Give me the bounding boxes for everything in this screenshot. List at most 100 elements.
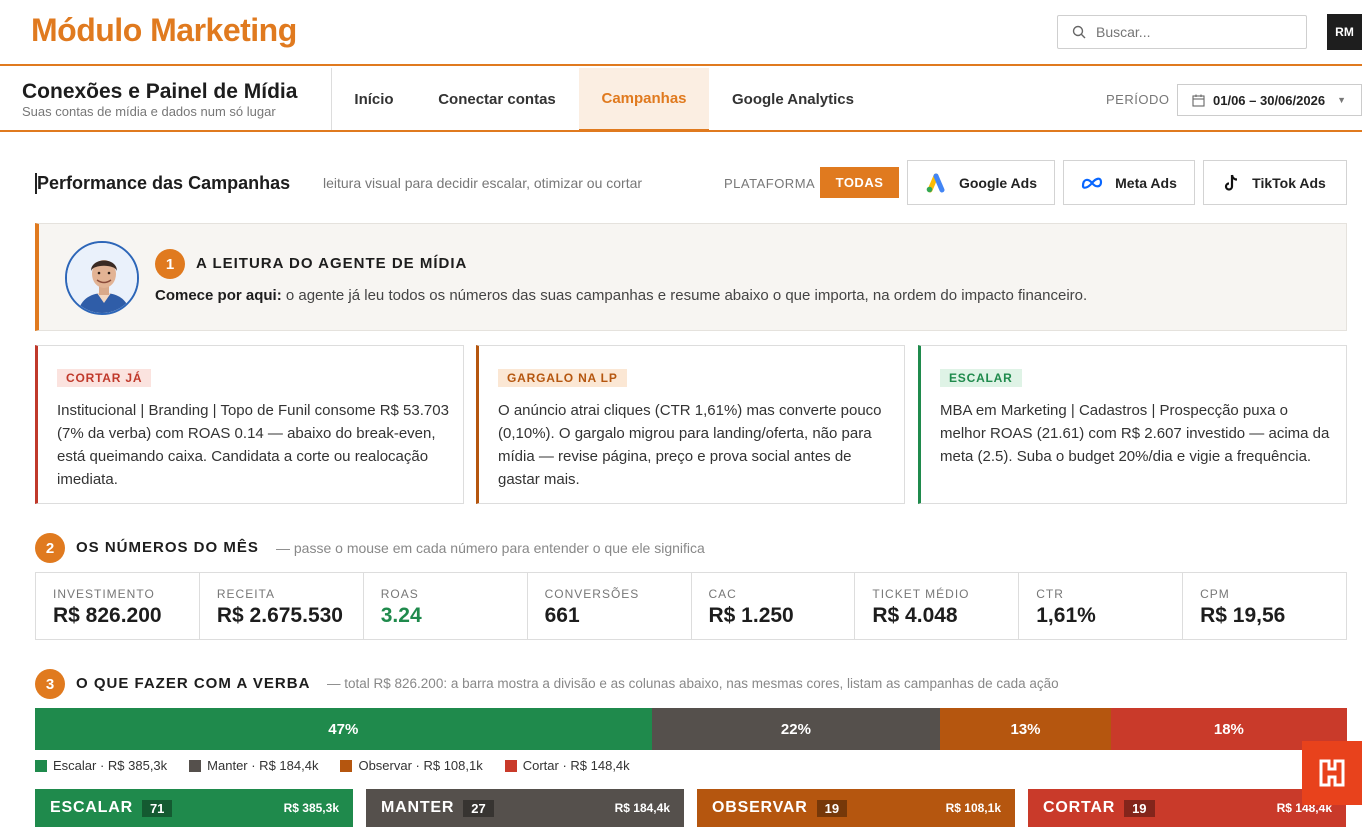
step-3-badge: 3 <box>35 669 65 699</box>
allocation-legend: Escalar · R$ 385,3k Manter · R$ 184,4k O… <box>35 758 630 773</box>
column-name: MANTER <box>381 799 455 816</box>
platform-google-ads-button[interactable]: Google Ads <box>907 160 1055 205</box>
tab-campanhas[interactable]: Campanhas <box>579 68 709 132</box>
agent-lead: Comece por aqui: <box>155 287 282 304</box>
kpi-label: CAC <box>708 587 737 601</box>
column-name: CORTAR <box>1043 799 1116 816</box>
column-count: 27 <box>463 799 494 817</box>
tab-inicio[interactable]: Início <box>333 68 415 130</box>
kpi-value: R$ 1.250 <box>708 604 794 627</box>
action-column-escalar[interactable]: ESCALAR 71 R$ 385,3k <box>35 789 353 827</box>
column-amount: R$ 108,1k <box>945 801 1001 815</box>
legend-label: Observar · R$ 108,1k <box>358 758 483 773</box>
platform-google-ads-label: Google Ads <box>958 174 1038 191</box>
legend-item-observar: Observar · R$ 108,1k <box>340 758 483 773</box>
budget-title: O QUE FAZER COM A VERBA <box>76 675 311 692</box>
insight-tag: GARGALO NA LP <box>498 369 627 387</box>
kpi-value: 661 <box>544 604 580 627</box>
kpi-cac[interactable]: CAC R$ 1.250 <box>692 573 856 639</box>
insight-card-gargalo: GARGALO NA LP O anúncio atrai cliques (C… <box>476 345 905 504</box>
allocation-segment-escalar[interactable]: 47% <box>35 708 652 750</box>
platform-tiktok-ads-button[interactable]: TikTok Ads <box>1203 160 1347 205</box>
numbers-title: OS NÚMEROS DO MÊS <box>76 539 259 556</box>
allocation-segment-manter[interactable]: 22% <box>651 708 941 750</box>
budget-subtitle: — total R$ 826.200: a barra mostra a div… <box>327 676 1059 691</box>
kpi-label: ROAS <box>380 587 419 601</box>
agent-avatar <box>65 241 139 315</box>
insight-tag: CORTAR JÁ <box>57 369 152 387</box>
kpi-value: 1,61% <box>1036 604 1096 627</box>
kpi-strip: INVESTIMENTO R$ 826.200 RECEITA R$ 2.675.5… <box>35 572 1347 640</box>
insight-card-cortar: CORTAR JÁ Institucional | Branding | Top… <box>35 345 464 504</box>
meta-icon <box>1082 177 1103 189</box>
insight-text: Institucional | Branding | Topo de Funil… <box>57 402 449 488</box>
insight-text: MBA em Marketing | Cadastros | Prospecçã… <box>940 402 1330 465</box>
tab-conectar-contas[interactable]: Conectar contas <box>415 68 579 130</box>
legend-item-cortar: Cortar · R$ 148,4k <box>504 758 630 773</box>
kpi-receita[interactable]: RECEITA R$ 2.675.530 <box>200 573 364 639</box>
top-bar: Módulo Marketing RM <box>0 0 1362 66</box>
legend-item-escalar: Escalar · R$ 385,3k <box>35 758 167 773</box>
agent-heading: A LEITURA DO AGENTE DE MÍDIA <box>196 255 468 272</box>
chevron-down-icon: ▼ <box>1337 95 1346 105</box>
kpi-conversoes[interactable]: CONVERSÕES 661 <box>528 573 692 639</box>
action-column-observar[interactable]: OBSERVAR 19 R$ 108,1k <box>697 789 1015 827</box>
column-name: OBSERVAR <box>712 799 808 816</box>
legend-item-manter: Manter · R$ 184,4k <box>189 758 318 773</box>
kpi-ticket-medio[interactable]: TICKET MÉDIO R$ 4.048 <box>855 573 1020 639</box>
column-count: 19 <box>1124 799 1155 817</box>
kpi-label: TICKET MÉDIO <box>872 587 970 601</box>
page-title: Performance das Campanhas <box>35 173 291 194</box>
kpi-investimento[interactable]: INVESTIMENTO R$ 826.200 <box>36 573 200 639</box>
column-amount: R$ 184,4k <box>614 801 670 815</box>
step-2-badge: 2 <box>35 533 65 563</box>
insight-card-escalar: ESCALAR MBA em Marketing | Cadastros | P… <box>918 345 1347 504</box>
nav-bar: Conexões e Painel de Mídia Suas contas d… <box>0 68 1362 132</box>
platform-all-button[interactable]: TODAS <box>820 167 899 198</box>
kpi-value: R$ 19,56 <box>1200 604 1286 627</box>
kpi-ctr[interactable]: CTR 1,61% <box>1019 573 1184 639</box>
allocation-bar: 47% 22% 13% 18% <box>35 708 1347 750</box>
app-title: Módulo Marketing <box>31 12 297 48</box>
period-value: 01/06 – 30/06/2026 <box>1213 92 1326 108</box>
kpi-label: RECEITA <box>216 587 275 601</box>
action-column-cortar[interactable]: CORTAR 19 R$ 148,4k <box>1028 789 1346 827</box>
page-subtitle: leitura visual para decidir escalar, oti… <box>323 175 643 191</box>
action-column-manter[interactable]: MANTER 27 R$ 184,4k <box>366 789 684 827</box>
floating-widget-button[interactable] <box>1302 741 1362 805</box>
legend-label: Cortar · R$ 148,4k <box>522 758 630 773</box>
brand-title: Conexões e Painel de Mídia <box>22 80 298 103</box>
search-box[interactable] <box>1057 15 1307 49</box>
column-count: 71 <box>141 799 173 817</box>
allocation-segment-observar[interactable]: 13% <box>940 708 1111 750</box>
platform-meta-ads-label: Meta Ads <box>1115 174 1177 191</box>
legend-label: Manter · R$ 184,4k <box>207 758 319 773</box>
calendar-icon <box>1192 94 1205 107</box>
period-picker[interactable]: 01/06 – 30/06/2026 ▼ <box>1177 84 1362 116</box>
tab-google-analytics[interactable]: Google Analytics <box>709 68 877 130</box>
agent-text: Comece por aqui: o agente já leu todos o… <box>155 287 1087 304</box>
period-label: PERÍODO <box>1106 92 1170 107</box>
column-amount: R$ 385,3k <box>283 801 339 815</box>
brand-block: Conexões e Painel de Mídia Suas contas d… <box>0 68 332 130</box>
platform-all-label: TODAS <box>835 175 884 190</box>
platform-meta-ads-button[interactable]: Meta Ads <box>1063 160 1195 205</box>
search-input[interactable] <box>1096 24 1276 40</box>
insight-text: O anúncio atrai cliques (CTR 1,61%) mas … <box>498 402 882 488</box>
kpi-value: R$ 4.048 <box>872 604 958 627</box>
kpi-cpm[interactable]: CPM R$ 19,56 <box>1183 573 1346 639</box>
legend-swatch <box>504 759 517 772</box>
widget-icon <box>1319 759 1345 787</box>
user-avatar[interactable]: RM <box>1327 14 1362 50</box>
agent-body: o agente já leu todos os números das sua… <box>285 287 1088 304</box>
column-count: 19 <box>816 799 848 817</box>
legend-swatch <box>189 759 202 772</box>
numbers-subtitle: — passe o mouse em cada número para ente… <box>276 540 705 556</box>
google-ads-icon <box>926 173 945 192</box>
kpi-label: INVESTIMENTO <box>53 587 155 601</box>
legend-swatch <box>35 759 47 772</box>
legend-label: Escalar · R$ 385,3k <box>53 758 168 773</box>
platform-tiktok-ads-label: TikTok Ads <box>1252 174 1326 191</box>
kpi-roas[interactable]: ROAS 3.24 <box>364 573 528 639</box>
platform-label: PLATAFORMA <box>724 176 816 191</box>
